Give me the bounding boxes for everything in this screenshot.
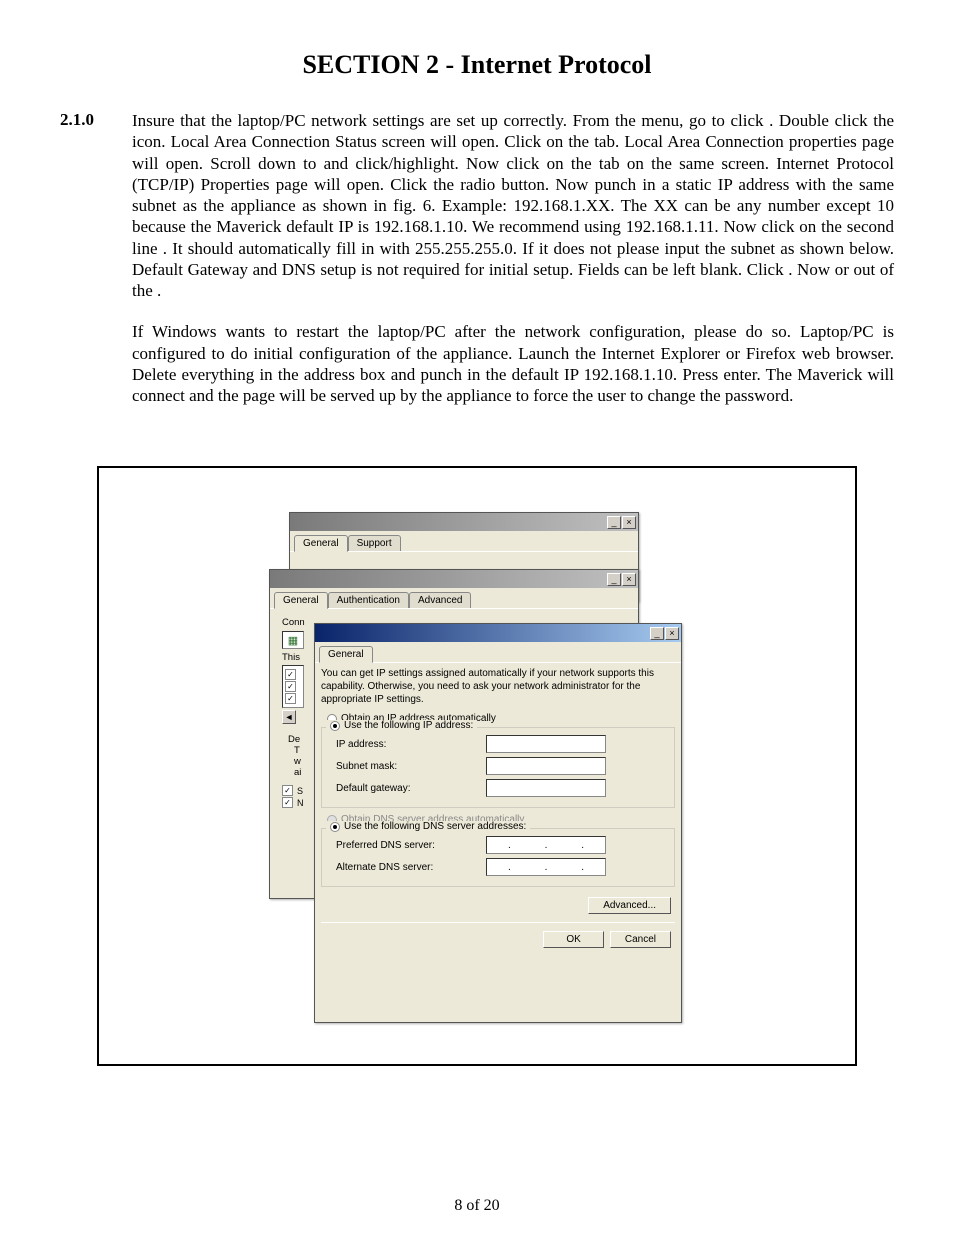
close-button[interactable]: × xyxy=(665,627,679,640)
minimize-button[interactable]: _ xyxy=(607,573,621,586)
alt-dns-input[interactable]: ... xyxy=(486,858,606,876)
adapter-icon: ▦ xyxy=(282,631,304,649)
cancel-button[interactable]: Cancel xyxy=(610,931,671,948)
scroll-left-button[interactable]: ◄ xyxy=(282,710,296,724)
tab-support[interactable]: Support xyxy=(348,535,401,551)
tab-advanced[interactable]: Advanced xyxy=(409,592,471,608)
close-button[interactable]: × xyxy=(622,573,636,586)
tab-general[interactable]: General xyxy=(319,646,373,663)
radio-use-dns[interactable]: Use the following DNS server addresses: xyxy=(326,821,530,832)
subnet-mask-label: Subnet mask: xyxy=(336,761,486,772)
titlebar[interactable]: _ × xyxy=(290,513,638,531)
gateway-label: Default gateway: xyxy=(336,783,486,794)
titlebar[interactable]: _ × xyxy=(270,570,638,588)
alt-dns-label: Alternate DNS server: xyxy=(336,862,486,873)
paragraph-2: If Windows wants to restart the laptop/P… xyxy=(132,321,894,406)
pref-dns-input[interactable]: ... xyxy=(486,836,606,854)
minimize-button[interactable]: _ xyxy=(650,627,664,640)
radio-use-ip[interactable]: Use the following IP address: xyxy=(326,720,477,731)
tab-general[interactable]: General xyxy=(294,535,348,552)
page-number: 8 of 20 xyxy=(0,1197,954,1215)
checkbox-item[interactable]: ✓ xyxy=(285,669,301,680)
tab-general[interactable]: General xyxy=(274,592,328,609)
tcpip-properties-window: _ × General You can get IP settings assi… xyxy=(314,623,682,1023)
paragraph-1: Insure that the laptop/PC network settin… xyxy=(132,110,894,301)
checkbox-item[interactable]: ✓ xyxy=(285,681,301,692)
ip-address-label: IP address: xyxy=(336,739,486,750)
gateway-input[interactable] xyxy=(486,779,606,797)
figure-container: _ × General Support _ × General Authenti… xyxy=(97,466,857,1066)
ip-address-input[interactable] xyxy=(486,735,606,753)
pref-dns-label: Preferred DNS server: xyxy=(336,840,486,851)
subnet-mask-input[interactable] xyxy=(486,757,606,775)
section-number: 2.1.0 xyxy=(60,110,120,426)
dns-fieldset: Use the following DNS server addresses: … xyxy=(321,828,675,887)
tab-authentication[interactable]: Authentication xyxy=(328,592,409,608)
tcpip-description: You can get IP settings assigned automat… xyxy=(315,663,681,710)
minimize-button[interactable]: _ xyxy=(607,516,621,529)
section-title: SECTION 2 - Internet Protocol xyxy=(60,50,894,80)
radio-label: Use the following DNS server addresses: xyxy=(344,821,526,832)
ok-button[interactable]: OK xyxy=(543,931,603,948)
body-text: Insure that the laptop/PC network settin… xyxy=(132,110,894,426)
checkbox-item[interactable]: ✓ xyxy=(285,693,301,704)
close-button[interactable]: × xyxy=(622,516,636,529)
titlebar[interactable]: _ × xyxy=(315,624,681,642)
ip-fieldset: Use the following IP address: IP address… xyxy=(321,727,675,808)
advanced-button[interactable]: Advanced... xyxy=(588,897,671,914)
radio-label: Use the following IP address: xyxy=(344,720,473,731)
